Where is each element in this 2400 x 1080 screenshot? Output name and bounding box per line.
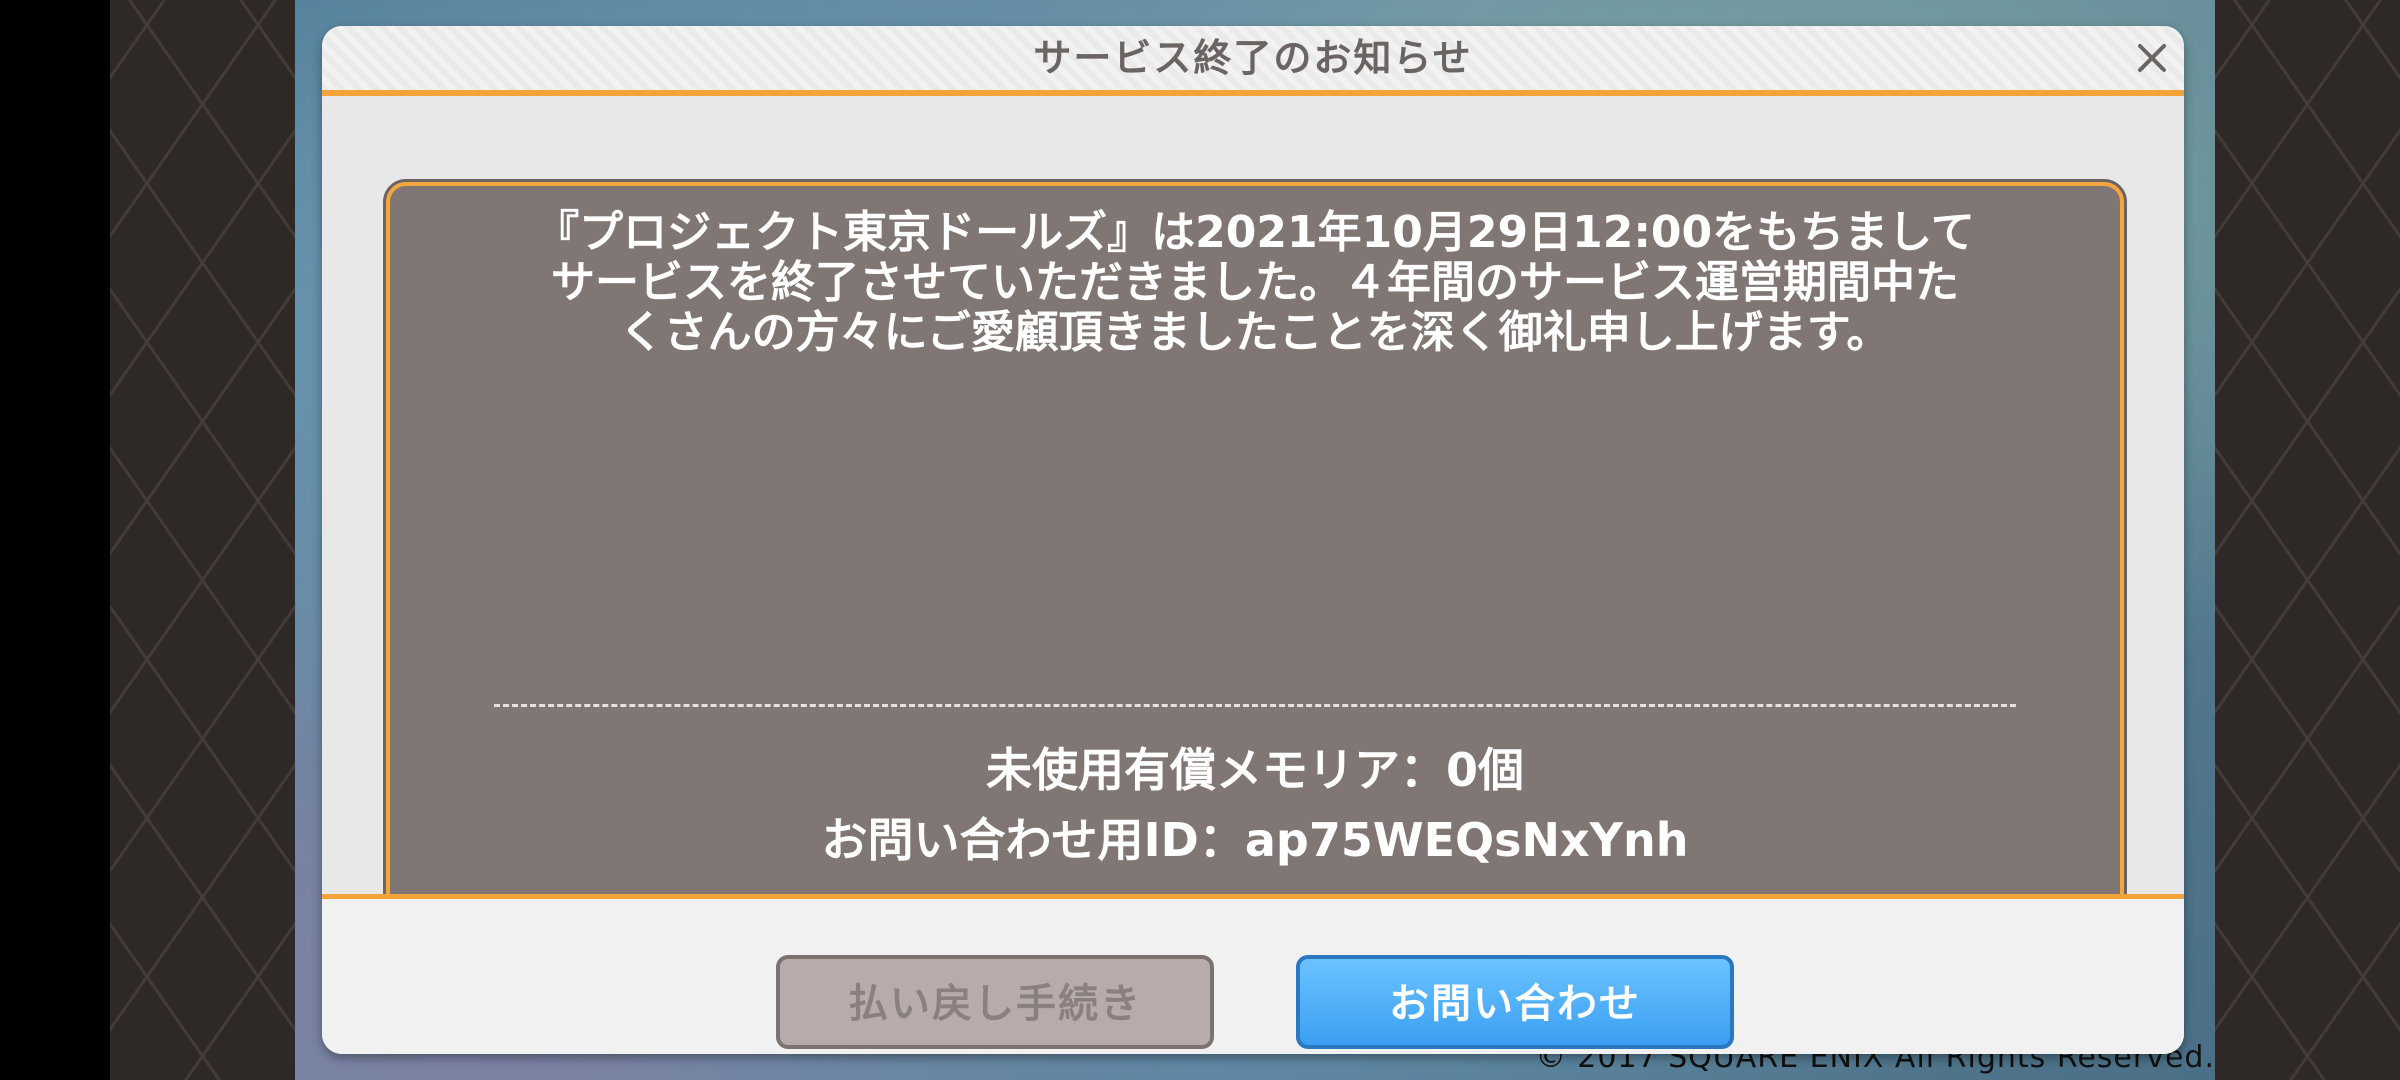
divider-top (494, 704, 2016, 707)
message-panel: 『プロジェクト東京ドールズ』は2021年10月29日12:00をもちまして サー… (383, 179, 2127, 939)
close-icon (2138, 44, 2166, 72)
close-button[interactable] (2128, 34, 2176, 82)
inquiry-id: お問い合わせ用ID：ap75WEQsNxYnh (821, 813, 1689, 867)
side-pattern-right (2215, 0, 2400, 1080)
message-line: サービスを終了させていただきました。４年間のサービス運営期間中た (551, 257, 1959, 308)
unused-memoria-count: 未使用有償メモリア：0個 (985, 743, 1524, 797)
dialog-footer: 払い戻し手続き お問い合わせ (322, 899, 2184, 1054)
message-line: 『プロジェクト東京ドールズ』は2021年10月29日12:00をもちまして (535, 207, 1975, 258)
service-end-dialog: サービス終了のお知らせ 『プロジェクト東京ドールズ』は2021年10月29日12… (322, 26, 2184, 1054)
letterbox-left (0, 0, 110, 1080)
service-end-message: 『プロジェクト東京ドールズ』は2021年10月29日12:00をもちまして サー… (470, 208, 2040, 358)
contact-button[interactable]: お問い合わせ (1296, 955, 1734, 1049)
message-line: くさんの方々にご愛顧頂きましたことを深く御礼申し上げます。 (619, 307, 1891, 358)
dialog-body: 『プロジェクト東京ドールズ』は2021年10月29日12:00をもちまして サー… (322, 96, 2184, 939)
side-pattern-left (110, 0, 295, 1080)
refund-procedure-button[interactable]: 払い戻し手続き (776, 955, 1214, 1049)
dialog-title: サービス終了のお知らせ (1033, 36, 1473, 80)
